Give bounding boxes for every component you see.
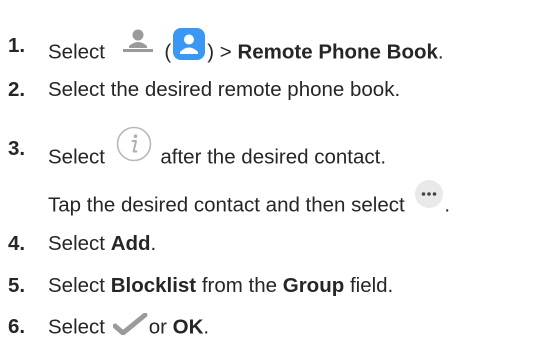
step-text: Select Blocklist from the Group field. <box>48 274 394 297</box>
more-icon <box>414 179 444 209</box>
step-text: Select the desired remote phone book. <box>48 78 401 101</box>
step-number: 5. <box>8 274 26 297</box>
step-number: 3. <box>8 137 26 160</box>
step-number: 6. <box>8 315 26 338</box>
step-text: Select or OK. <box>48 313 209 339</box>
info-icon <box>115 125 153 163</box>
step-text: Select after the desired contact. <box>48 126 386 177</box>
step-number: 1. <box>8 34 26 57</box>
contact-gray-icon <box>121 28 155 54</box>
contact-blue-icon <box>172 27 206 61</box>
step-number: 2. <box>8 78 26 101</box>
step-number: 4. <box>8 232 26 255</box>
alternative-text: Tap the desired contact and then select … <box>48 180 450 221</box>
step-text: Select ( ) > Remote Phone Book. <box>48 28 444 70</box>
step-text: Select Add. <box>48 232 157 255</box>
checkmark-icon <box>112 313 149 335</box>
